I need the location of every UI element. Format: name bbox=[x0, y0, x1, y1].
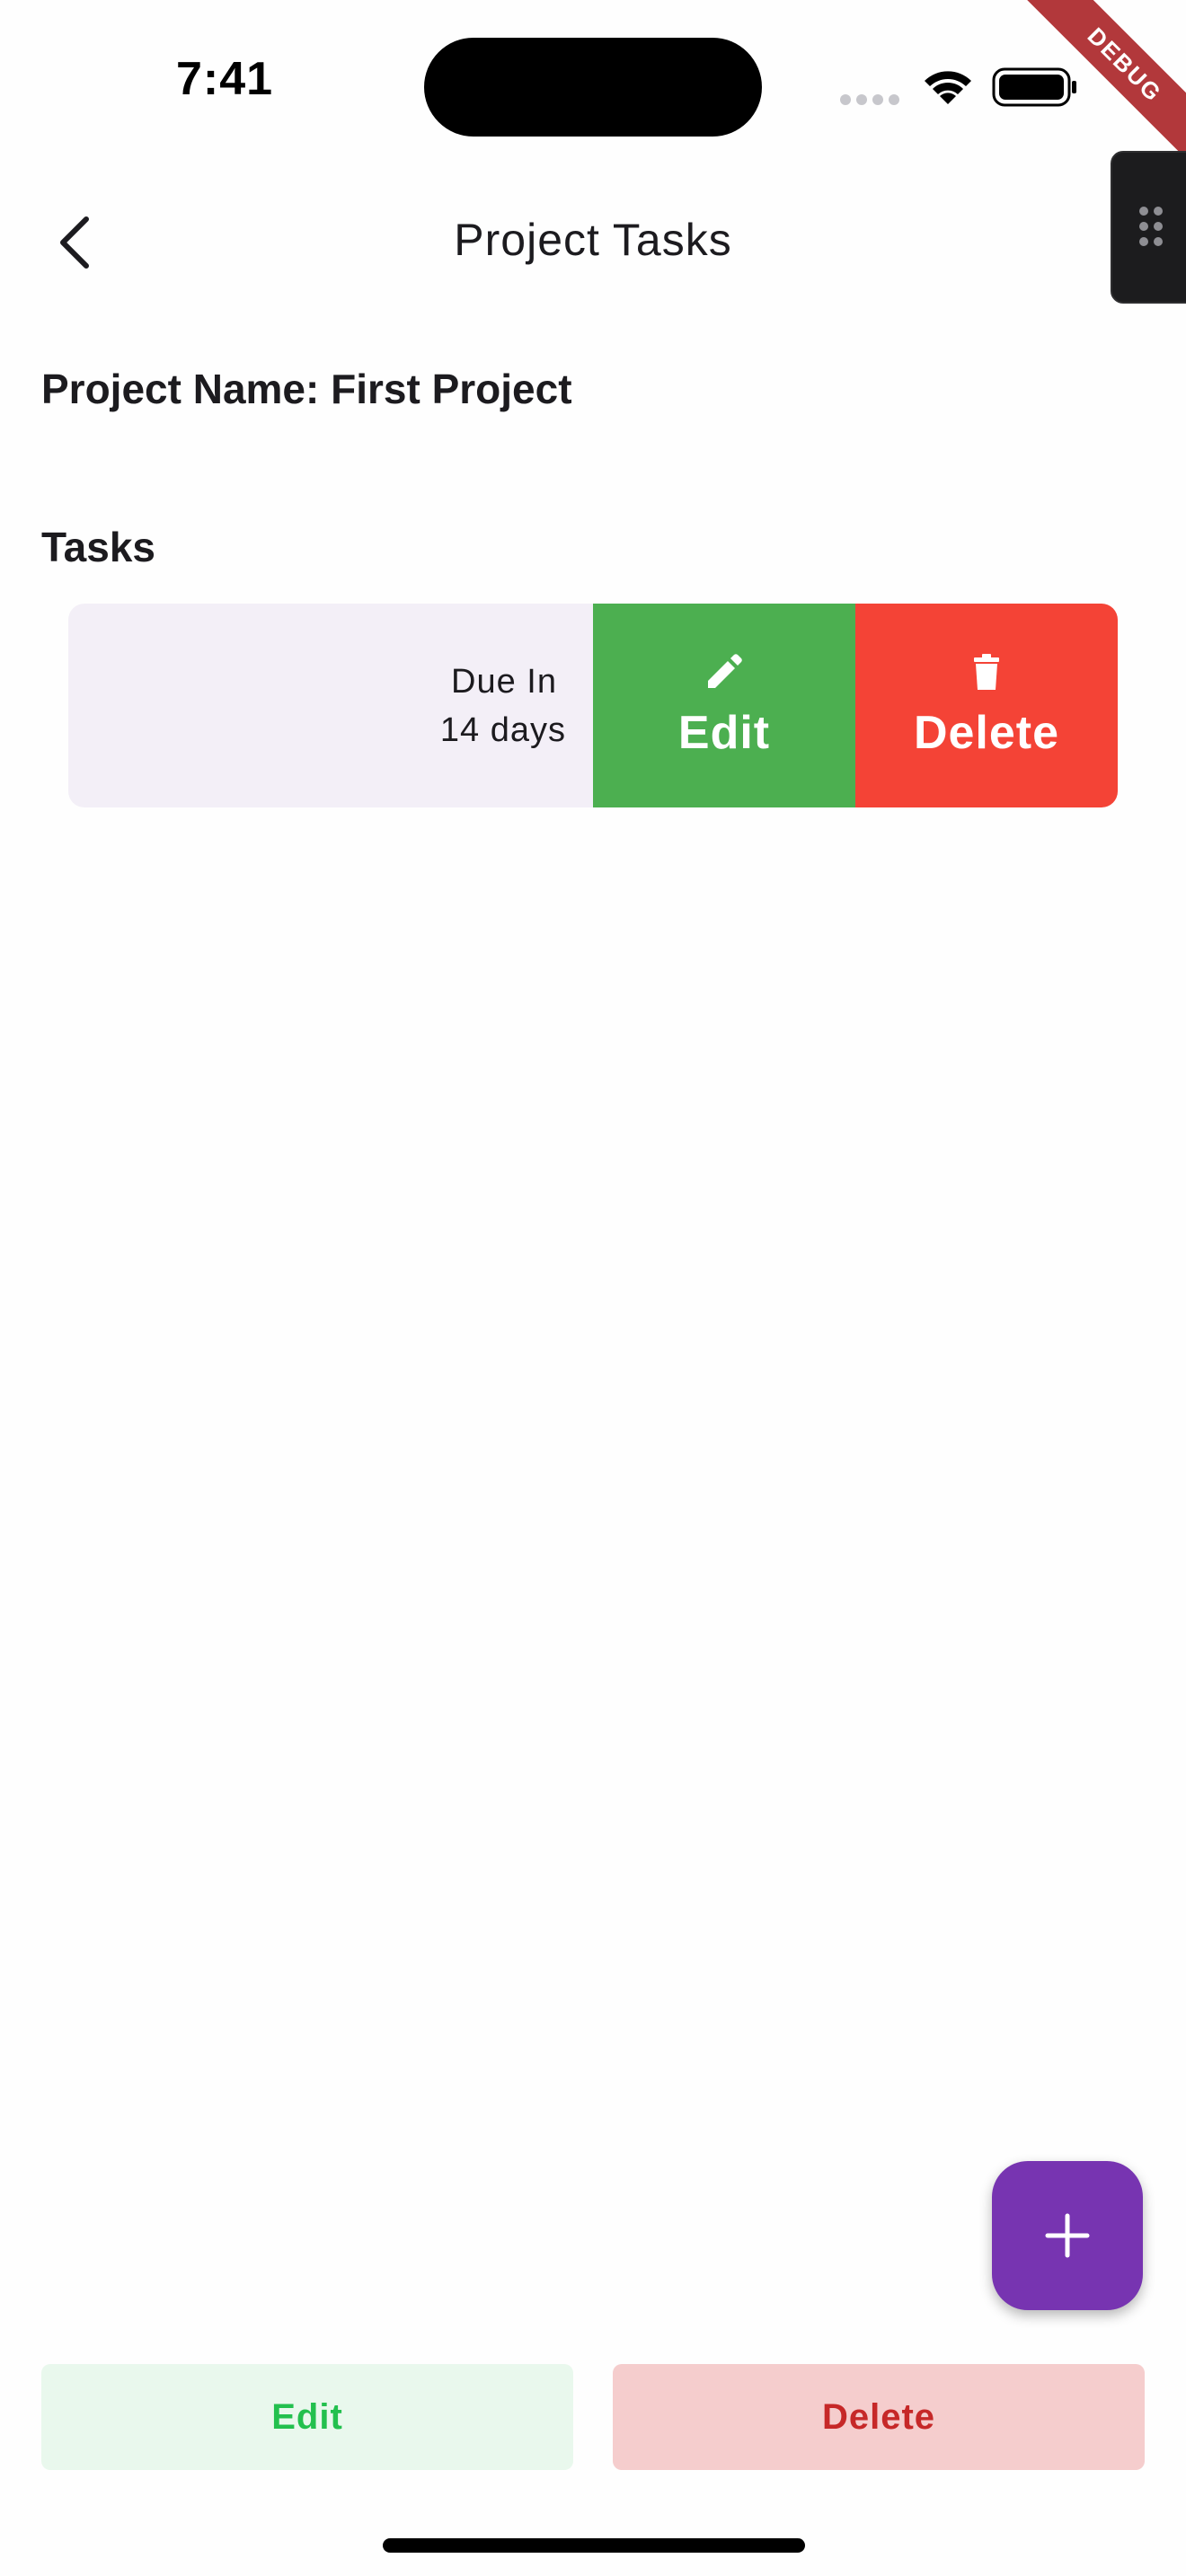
slide-delete-action[interactable]: Delete bbox=[855, 604, 1118, 807]
slide-edit-action[interactable]: Edit bbox=[593, 604, 855, 807]
delete-project-button[interactable]: Delete bbox=[613, 2364, 1145, 2470]
drag-dots-icon bbox=[1139, 207, 1163, 246]
wifi-icon bbox=[925, 71, 971, 104]
trash-icon bbox=[974, 654, 999, 690]
plus-icon bbox=[1045, 2213, 1090, 2258]
signal-dots-icon bbox=[840, 94, 899, 105]
page-title: Project Tasks bbox=[454, 215, 732, 265]
pencil-icon bbox=[708, 654, 742, 688]
add-task-button[interactable] bbox=[992, 2161, 1143, 2310]
tasks-heading: Tasks bbox=[41, 524, 156, 570]
task-card[interactable]: Due In 14 days bbox=[68, 604, 593, 807]
status-time: 7:41 bbox=[175, 53, 274, 105]
due-days: 14 days bbox=[439, 711, 566, 749]
chevron-left-icon[interactable] bbox=[47, 207, 110, 278]
slide-delete-label: Delete bbox=[913, 707, 1060, 759]
home-indicator bbox=[383, 2538, 805, 2553]
dynamic-island bbox=[424, 38, 762, 137]
slide-edit-label: Edit bbox=[677, 707, 771, 759]
due-label: Due In bbox=[451, 663, 557, 701]
project-name-label: Project Name: First Project bbox=[41, 366, 572, 412]
inspector-handle[interactable] bbox=[1111, 151, 1186, 304]
edit-project-button[interactable]: Edit bbox=[41, 2364, 573, 2470]
